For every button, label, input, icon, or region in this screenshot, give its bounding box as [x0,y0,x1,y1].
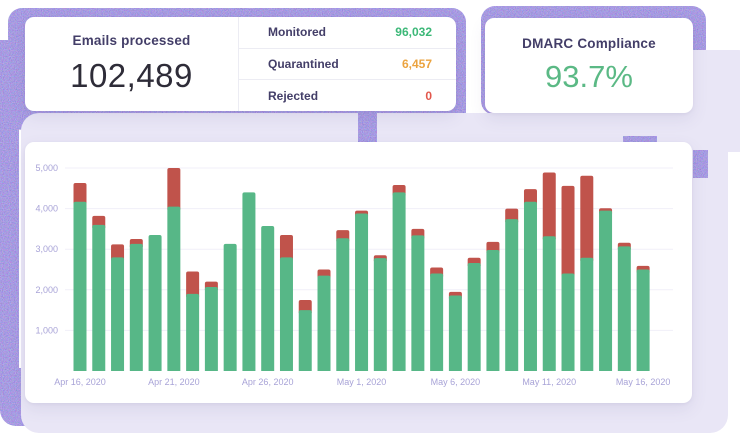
monitored-label: Monitored [268,25,326,39]
bar-segment-monitored [374,258,387,371]
dashboard: Emails processed 102,489 Monitored 96,03… [0,0,740,437]
bar-segment-monitored [205,287,218,371]
y-axis-tick-label: 2,000 [35,285,58,295]
bar-segment-quarantined [186,272,199,297]
bar-segment-monitored [430,274,443,371]
bar-segment-monitored [524,202,537,371]
sparkle-strip-left [0,40,19,410]
monitored-value: 96,032 [395,25,432,39]
emails-summary-card: Emails processed 102,489 Monitored 96,03… [25,17,456,111]
rejected-value: 0 [425,89,432,103]
bar-segment-quarantined [280,235,293,260]
bar-segment-monitored [486,250,499,371]
bar-segment-monitored [562,274,575,371]
bar-segment-monitored [580,258,593,371]
dmarc-compliance-value: 93.7% [545,59,633,95]
bar-segment-quarantined [562,186,575,277]
emails-processed-value: 102,489 [70,57,193,95]
bar-segment-monitored [543,236,556,371]
x-axis-tick-label: Apr 26, 2020 [242,377,294,387]
bar-segment-monitored [599,211,612,371]
stacked-bar-chart: 1,000 2,000 3,000 4,000 5,000 Apr 16, 2020 Apr… [25,142,692,403]
rejected-label: Rejected [268,89,318,103]
bar-segment-quarantined [167,168,180,210]
quarantined-value: 6,457 [402,57,432,71]
bar-segment-monitored [167,207,180,371]
stat-row-rejected: Rejected 0 [239,79,456,111]
dmarc-compliance-card: DMARC Compliance 93.7% [485,18,693,113]
x-axis-tick-label: Apr 16, 2020 [54,377,106,387]
y-axis-tick-label: 1,000 [35,325,58,335]
bar-segment-monitored [318,276,331,371]
bar-segment-quarantined [74,183,87,205]
bar-segment-quarantined [580,176,593,261]
bar-segment-monitored [411,235,424,371]
bar-segment-monitored [92,225,105,371]
emails-processed-section: Emails processed 102,489 [25,17,239,111]
bar-segment-monitored [468,263,481,371]
bar-segment-quarantined [543,172,556,239]
y-axis-tick-label: 5,000 [35,163,58,173]
bar-segment-monitored [74,202,87,371]
bar-segment-monitored [149,235,162,371]
bar-segment-monitored [505,219,518,371]
x-axis-tick-label: Apr 21, 2020 [148,377,200,387]
dmarc-compliance-title: DMARC Compliance [522,36,656,51]
bar-segment-monitored [449,295,462,371]
x-axis-tick-label: May 1, 2020 [337,377,387,387]
email-volume-chart-card: 1,000 2,000 3,000 4,000 5,000 Apr 16, 2020 Apr… [25,142,692,403]
y-axis-tick-label: 3,000 [35,244,58,254]
x-axis-tick-label: May 16, 2020 [616,377,671,387]
x-axis-tick-label: May 11, 2020 [522,377,576,387]
bar-segment-monitored [280,257,293,371]
y-axis-tick-label: 4,000 [35,204,58,214]
bar-segment-monitored [393,192,406,371]
bar-segment-monitored [618,246,631,371]
bar-segment-monitored [130,244,143,371]
bar-segment-monitored [111,257,124,371]
bar-segment-monitored [242,192,255,371]
x-axis-tick-label: May 6, 2020 [431,377,481,387]
bar-segment-monitored [336,238,349,371]
bar-segment-monitored [224,244,237,371]
bar-segment-monitored [299,310,312,371]
sparkle-tab-right-edge [693,150,708,178]
bar-segment-monitored [355,213,368,371]
bar-segment-monitored [186,294,199,371]
emails-processed-title: Emails processed [72,33,190,48]
stat-row-quarantined: Quarantined 6,457 [239,48,456,80]
bar-segment-monitored [261,226,274,371]
stat-row-monitored: Monitored 96,032 [239,17,456,48]
sparkle-tab-middle [358,110,377,143]
quarantined-label: Quarantined [268,57,339,71]
email-status-list: Monitored 96,032 Quarantined 6,457 Rejec… [239,17,456,111]
bar-segment-monitored [637,270,650,372]
